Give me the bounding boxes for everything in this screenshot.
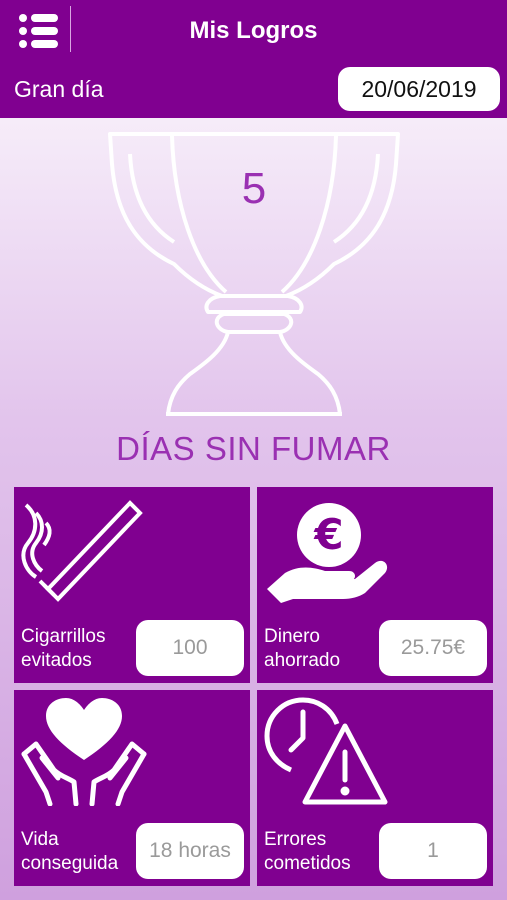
stat-value: 100 [136, 620, 244, 676]
stat-tile-money[interactable]: € Dinero ahorrado 25.75€ [257, 487, 493, 683]
stat-value: 18 horas [136, 823, 244, 879]
days-count: 5 [241, 164, 267, 213]
top-bar: Mis Logros [0, 0, 507, 62]
stat-tile-errors[interactable]: Errores cometidos 1 [257, 690, 493, 886]
stat-value: 25.75€ [379, 620, 487, 676]
stat-label: Errores cometidos [264, 829, 351, 874]
page-title: Mis Logros [189, 17, 318, 44]
heart-hands-icon [21, 698, 147, 807]
days-caption: DÍAS SIN FUMAR [116, 430, 391, 467]
date-picker-button[interactable]: 20/06/2019 [338, 67, 500, 111]
svg-text:€: € [313, 510, 343, 559]
clock-warning-icon [264, 697, 388, 805]
list-menu-icon [19, 14, 58, 48]
menu-button[interactable] [18, 13, 60, 49]
menu-divider [70, 6, 71, 52]
cigarette-icon [21, 500, 143, 602]
stat-label: Cigarrillos evitados [21, 626, 106, 671]
trophy: 5 [104, 124, 404, 420]
stat-value: 1 [379, 823, 487, 879]
stat-label: Dinero ahorrado [264, 626, 341, 671]
date-label: Gran día [14, 76, 104, 102]
stat-tile-cigarettes[interactable]: Cigarrillos evitados 100 [14, 487, 250, 683]
euro-coin-hand-icon: € [267, 503, 388, 603]
stat-label: Vida conseguida [21, 829, 119, 874]
stat-tile-life[interactable]: Vida conseguida 18 horas [14, 690, 250, 886]
date-bar: Gran día 20/06/2019 [0, 62, 507, 118]
